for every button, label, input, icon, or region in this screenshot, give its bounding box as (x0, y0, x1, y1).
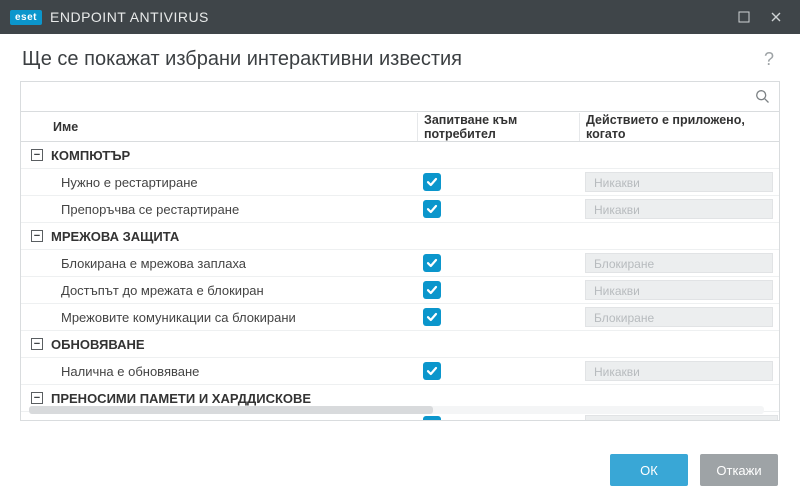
item-name: Блокирана е мрежова заплаха (51, 256, 246, 271)
item-name-cell: Открито е ново устройство (21, 418, 417, 421)
item-ask-cell (417, 308, 579, 326)
app-title: ENDPOINT ANTIVIRUS (50, 9, 209, 25)
search-icon[interactable] (745, 82, 779, 111)
item-name: Нужно е рестартиране (51, 175, 198, 190)
table-row: Нужно е рестартиране Никакви (21, 169, 779, 196)
table-row: Достъпът до мрежата е блокиран Никакви (21, 277, 779, 304)
item-name: Достъпът до мрежата е блокиран (51, 283, 264, 298)
item-action-cell: Никакви (579, 199, 779, 219)
scrollbar-thumb[interactable] (29, 406, 433, 414)
item-name: Открито е ново устройство (51, 418, 224, 421)
item-name-cell: Налична е обновяване (21, 364, 417, 379)
action-field: Блокиране (585, 307, 773, 327)
ask-checkbox[interactable] (423, 281, 441, 299)
dialog-footer: ОК Откажи (610, 454, 778, 486)
item-name: Препоръчва се рестартиране (51, 202, 239, 217)
grid-header: Име Запитване към потребител Действието … (21, 112, 779, 142)
action-field: Никакви (585, 361, 773, 381)
col-header-name[interactable]: Име (21, 120, 417, 134)
action-field: Никакви (585, 199, 773, 219)
item-name: Налична е обновяване (51, 364, 199, 379)
item-action-cell: Никакви (579, 361, 779, 381)
group-name-cell: −КОМПЮТЪР (21, 148, 417, 163)
item-action-cell: Блокиране (579, 253, 779, 273)
page-title: Ще се покажат избрани интерактивни извес… (22, 48, 462, 71)
ask-checkbox[interactable] (423, 308, 441, 326)
group-name-cell: −ОБНОВЯВАНЕ (21, 337, 417, 352)
action-field: Показване на опциите за скани (585, 415, 778, 420)
item-name-cell: Мрежовите комуникации са блокирани (21, 310, 417, 325)
horizontal-scrollbar[interactable] (29, 406, 764, 414)
search-input[interactable] (21, 82, 745, 111)
table-row: Налична е обновяване Никакви (21, 358, 779, 385)
collapse-icon[interactable]: − (31, 338, 43, 350)
ask-checkbox[interactable] (423, 173, 441, 191)
ask-checkbox[interactable] (423, 362, 441, 380)
collapse-icon[interactable]: − (31, 230, 43, 242)
table-row: Мрежовите комуникации са блокирани Блокир… (21, 304, 779, 331)
group-row: −КОМПЮТЪР (21, 142, 779, 169)
help-icon[interactable]: ? (760, 49, 778, 70)
ok-button[interactable]: ОК (610, 454, 688, 486)
action-field: Блокиране (585, 253, 773, 273)
item-ask-cell (417, 281, 579, 299)
settings-panel: Име Запитване към потребител Действието … (20, 81, 780, 421)
group-name-cell: −МРЕЖОВА ЗАЩИТА (21, 229, 417, 244)
item-ask-cell (417, 200, 579, 218)
window-controls (730, 5, 790, 29)
group-row: −ОБНОВЯВАНЕ (21, 331, 779, 358)
item-ask-cell (417, 254, 579, 272)
page-header: Ще се покажат избрани интерактивни извес… (0, 34, 800, 81)
group-row: −МРЕЖОВА ЗАЩИТА (21, 223, 779, 250)
table-row: Блокирана е мрежова заплаха Блокиране (21, 250, 779, 277)
table-row: Препоръчва се рестартиране Никакви (21, 196, 779, 223)
col-header-action[interactable]: Действието е приложено, когато (579, 113, 779, 141)
ask-checkbox[interactable] (423, 254, 441, 272)
cancel-button[interactable]: Откажи (700, 454, 778, 486)
item-ask-cell (417, 362, 579, 380)
item-action-cell: Никакви (579, 172, 779, 192)
ask-checkbox[interactable] (423, 200, 441, 218)
collapse-icon[interactable]: − (31, 149, 43, 161)
item-ask-cell (417, 173, 579, 191)
collapse-icon[interactable]: − (31, 392, 43, 404)
action-field: Никакви (585, 172, 773, 192)
item-name-cell: Препоръчва се рестартиране (21, 202, 417, 217)
grid-body: −КОМПЮТЪРНужно е рестартиранеНикаквиПреп… (21, 142, 779, 420)
item-action-cell: Никакви (579, 280, 779, 300)
group-label: ОБНОВЯВАНЕ (51, 337, 145, 352)
group-label: МРЕЖОВА ЗАЩИТА (51, 229, 179, 244)
group-label: КОМПЮТЪР (51, 148, 130, 163)
item-action-cell: Показване на опциите за скани (579, 415, 779, 420)
group-name-cell: −ПРЕНОСИМИ ПАМЕТИ И ХАРДДИСКОВЕ (21, 391, 417, 406)
search-row (21, 82, 779, 112)
brand-badge: eset (10, 10, 42, 25)
close-button[interactable] (762, 5, 790, 29)
titlebar: eset ENDPOINT ANTIVIRUS (0, 0, 800, 34)
item-name-cell: Достъпът до мрежата е блокиран (21, 283, 417, 298)
item-name: Мрежовите комуникации са блокирани (51, 310, 296, 325)
col-header-ask[interactable]: Запитване към потребител (417, 113, 579, 141)
action-field: Никакви (585, 280, 773, 300)
item-ask-cell (417, 416, 579, 420)
item-name-cell: Нужно е рестартиране (21, 175, 417, 190)
minimize-button[interactable] (730, 5, 758, 29)
item-action-cell: Блокиране (579, 307, 779, 327)
item-name-cell: Блокирана е мрежова заплаха (21, 256, 417, 271)
group-label: ПРЕНОСИМИ ПАМЕТИ И ХАРДДИСКОВЕ (51, 391, 311, 406)
ask-checkbox[interactable] (423, 416, 441, 420)
